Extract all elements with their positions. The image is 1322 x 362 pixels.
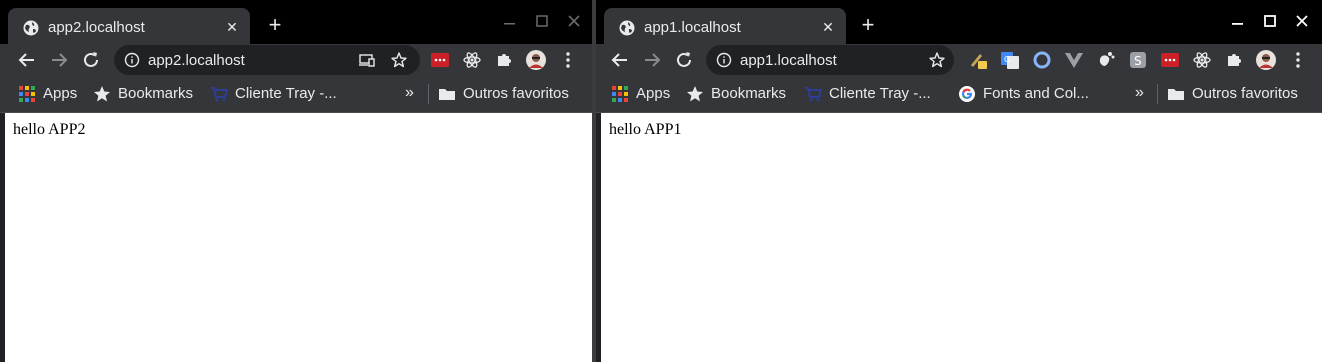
- menu-kebab-icon[interactable]: [558, 50, 578, 70]
- tab-strip: app2.localhost ✕ +: [0, 0, 592, 48]
- maximize-icon[interactable]: [1260, 12, 1280, 32]
- forward-icon[interactable]: [641, 49, 663, 71]
- info-icon[interactable]: [716, 52, 732, 68]
- star-icon: [687, 86, 703, 102]
- bookmark-label: Cliente Tray -...: [829, 85, 931, 102]
- forward-icon[interactable]: [48, 49, 70, 71]
- bookmarks-separator: [1157, 84, 1158, 104]
- s-extension-icon[interactable]: S: [1128, 50, 1148, 70]
- bookmarks-overflow-chevron[interactable]: »: [405, 84, 414, 102]
- bookmark-label: Cliente Tray -...: [235, 85, 337, 102]
- bookmark-label: Apps: [636, 85, 671, 102]
- globe-icon: [619, 20, 635, 36]
- new-tab-icon[interactable]: +: [857, 14, 879, 36]
- page-body-text: hello APP2: [13, 121, 86, 138]
- pen-note-extension-icon[interactable]: [968, 50, 988, 70]
- folder-icon: [439, 89, 455, 100]
- page-body-text: hello APP1: [609, 121, 682, 138]
- reload-icon[interactable]: [80, 49, 102, 71]
- lastpass-extension-icon[interactable]: [430, 50, 450, 70]
- close-window-icon[interactable]: [1292, 12, 1312, 32]
- url-text[interactable]: app1.localhost: [740, 52, 837, 69]
- tab-strip: app1.localhost ✕ +: [596, 0, 1322, 48]
- browser-window-app1: app1.localhost ✕ + app1.localhost G S Ap…: [596, 0, 1322, 362]
- menu-kebab-icon[interactable]: [1288, 50, 1308, 70]
- install-app-icon[interactable]: [358, 52, 376, 68]
- globe-icon: [23, 20, 39, 36]
- bookmarks-overflow-chevron[interactable]: »: [1135, 84, 1144, 102]
- page-content: hello APP2: [5, 113, 592, 362]
- close-window-icon[interactable]: [564, 12, 584, 32]
- tab-app1[interactable]: app1.localhost ✕: [604, 8, 846, 48]
- profile-avatar[interactable]: [1256, 50, 1276, 70]
- new-tab-icon[interactable]: +: [264, 14, 286, 36]
- address-bar[interactable]: app2.localhost: [114, 45, 420, 75]
- address-bar[interactable]: app1.localhost: [706, 45, 954, 75]
- back-icon[interactable]: [609, 49, 631, 71]
- toolbar: [596, 44, 1322, 76]
- tab-close-icon[interactable]: ✕: [222, 17, 242, 37]
- react-devtools-icon[interactable]: [462, 50, 482, 70]
- bookmark-label: Outros favoritos: [463, 85, 569, 102]
- ring-extension-icon[interactable]: [1032, 50, 1052, 70]
- apps-grid-icon: [612, 86, 628, 102]
- gnome-extension-icon[interactable]: [1096, 50, 1116, 70]
- extensions-puzzle-icon[interactable]: [494, 50, 514, 70]
- svg-text:G: G: [1004, 55, 1010, 64]
- react-devtools-icon[interactable]: [1192, 50, 1212, 70]
- info-icon[interactable]: [124, 52, 140, 68]
- bookmark-label: Fonts and Col...: [983, 85, 1089, 102]
- url-text[interactable]: app2.localhost: [148, 52, 245, 69]
- bookmark-label: Outros favoritos: [1192, 85, 1298, 102]
- bookmark-label: Apps: [43, 85, 78, 102]
- browser-window-app2: app2.localhost ✕ + app2.localhost Apps B…: [0, 0, 592, 362]
- tab-title: app2.localhost: [48, 19, 145, 36]
- back-icon[interactable]: [16, 49, 38, 71]
- lastpass-extension-icon[interactable]: [1160, 50, 1180, 70]
- bookmark-label: Bookmarks: [711, 85, 787, 102]
- tab-app2[interactable]: app2.localhost ✕: [8, 8, 250, 48]
- maximize-icon[interactable]: [532, 12, 552, 32]
- tab-title: app1.localhost: [644, 19, 741, 36]
- reload-icon[interactable]: [673, 49, 695, 71]
- svg-text:S: S: [1134, 54, 1142, 68]
- tab-close-icon[interactable]: ✕: [818, 17, 838, 37]
- cart-icon: [805, 87, 822, 102]
- vue-devtools-icon[interactable]: [1064, 50, 1084, 70]
- bookmark-star-icon[interactable]: [928, 51, 946, 69]
- star-icon: [94, 86, 110, 102]
- extensions-puzzle-icon[interactable]: [1224, 50, 1244, 70]
- profile-avatar[interactable]: [526, 50, 546, 70]
- page-content: hello APP1: [601, 113, 1322, 362]
- google-translate-icon[interactable]: G: [1000, 50, 1020, 70]
- minimize-icon[interactable]: [500, 12, 520, 32]
- folder-icon: [1168, 89, 1184, 100]
- bookmark-star-icon[interactable]: [390, 51, 408, 69]
- apps-grid-icon: [19, 86, 35, 102]
- bookmarks-separator: [428, 84, 429, 104]
- google-icon: [959, 86, 975, 102]
- bookmark-label: Bookmarks: [118, 85, 194, 102]
- cart-icon: [211, 87, 228, 102]
- minimize-icon[interactable]: [1228, 12, 1248, 32]
